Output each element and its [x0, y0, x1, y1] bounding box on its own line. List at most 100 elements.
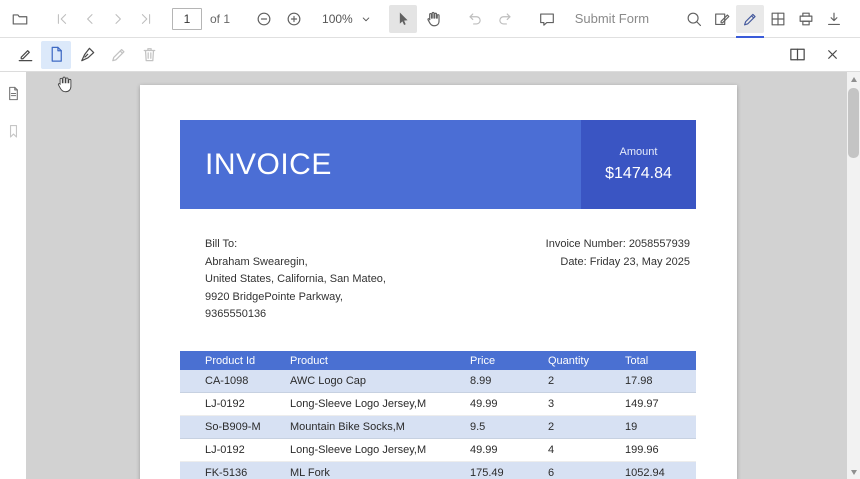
pencil-icon — [109, 45, 128, 64]
edit-signature-icon — [16, 45, 35, 64]
organize-pages-button[interactable] — [764, 5, 792, 33]
redo-icon — [496, 10, 514, 28]
table-cell: 199.96 — [600, 444, 696, 456]
print-icon — [797, 10, 815, 28]
table-row: CA-1098 AWC Logo Cap 8.99 2 17.98 — [180, 370, 696, 393]
submit-form-button[interactable]: Submit Form — [575, 11, 649, 26]
close-button[interactable] — [817, 41, 847, 69]
scroll-up-button[interactable] — [847, 72, 860, 86]
bookmarks-button[interactable] — [0, 118, 26, 144]
edit-signature-button[interactable] — [10, 41, 40, 69]
table-cell: Long-Sleeve Logo Jersey,M — [265, 444, 445, 456]
table-cell: 1052.94 — [600, 467, 696, 479]
invoice-title: INVOICE — [180, 120, 581, 209]
pdf-page: INVOICE Amount $1474.84 Bill To: Abraham… — [140, 85, 737, 479]
book-view-button[interactable] — [782, 41, 812, 69]
invoice-header-band: INVOICE Amount $1474.84 — [180, 120, 696, 209]
organize-pages-icon — [769, 10, 787, 28]
zoom-level-value: 100% — [322, 12, 353, 26]
pencil-button[interactable] — [103, 41, 133, 69]
first-page-icon — [54, 11, 70, 27]
page-number-input[interactable] — [172, 8, 202, 30]
bill-to-label: Bill To: — [205, 236, 386, 254]
table-cell: 17.98 — [600, 375, 696, 387]
undo-button[interactable] — [461, 5, 489, 33]
invoice-details-block: Invoice Number: 2058557939 Date: Friday … — [546, 236, 696, 324]
table-cell: LJ-0192 — [180, 444, 265, 456]
document-viewer[interactable]: INVOICE Amount $1474.84 Bill To: Abraham… — [26, 72, 847, 479]
next-page-icon — [110, 11, 126, 27]
previous-page-button[interactable] — [76, 5, 104, 33]
invoice-number: Invoice Number: 2058557939 — [546, 236, 690, 254]
print-button[interactable] — [792, 5, 820, 33]
column-header: Quantity — [523, 355, 600, 367]
scroll-down-button[interactable] — [847, 465, 860, 479]
ink-pen-icon — [741, 10, 759, 28]
bill-to-line: United States, California, San Mateo, — [205, 271, 386, 289]
table-row: FK-5136 ML Fork 175.49 6 1052.94 — [180, 462, 696, 479]
annotation-edit-button[interactable] — [708, 5, 736, 33]
column-header: Total — [600, 355, 696, 367]
column-header: Price — [445, 355, 523, 367]
invoice-meta: Bill To: Abraham Swearegin, United State… — [180, 236, 696, 324]
ink-pen-button[interactable] — [736, 5, 764, 33]
last-page-button[interactable] — [132, 5, 160, 33]
invoice-table: Product Id Product Price Quantity Total … — [180, 351, 696, 479]
bill-to-line: 9920 BridgePointe Parkway, — [205, 289, 386, 307]
table-row: LJ-0192 Long-Sleeve Logo Jersey,M 49.99 … — [180, 393, 696, 416]
table-cell: 49.99 — [445, 398, 523, 410]
table-cell: Long-Sleeve Logo Jersey,M — [265, 398, 445, 410]
delete-button[interactable] — [134, 41, 164, 69]
open-file-button[interactable] — [6, 5, 34, 33]
undo-icon — [466, 10, 484, 28]
column-header: Product — [265, 355, 445, 367]
comment-button[interactable] — [533, 5, 561, 33]
book-view-icon — [788, 45, 807, 64]
scrollbar-thumb[interactable] — [848, 88, 859, 158]
table-cell: ML Fork — [265, 467, 445, 479]
search-icon — [685, 10, 703, 28]
table-header-row: Product Id Product Price Quantity Total — [180, 351, 696, 370]
page-thumbnails-icon — [5, 85, 22, 102]
comment-icon — [538, 10, 556, 28]
zoom-level-dropdown[interactable]: 100% — [314, 5, 377, 33]
pan-tool-button[interactable] — [419, 5, 447, 33]
annotation-edit-icon — [713, 10, 731, 28]
zoom-in-button[interactable] — [280, 5, 308, 33]
last-page-icon — [138, 11, 154, 27]
selection-tool-button[interactable] — [389, 5, 417, 33]
download-button[interactable] — [820, 5, 848, 33]
table-cell: 2 — [523, 375, 600, 387]
table-cell: FK-5136 — [180, 467, 265, 479]
column-header: Product Id — [180, 355, 265, 367]
table-cell: AWC Logo Cap — [265, 375, 445, 387]
redo-button[interactable] — [491, 5, 519, 33]
amount-label: Amount — [620, 146, 658, 158]
first-page-button[interactable] — [48, 5, 76, 33]
table-cell: So-B909-M — [180, 421, 265, 433]
table-row: LJ-0192 Long-Sleeve Logo Jersey,M 49.99 … — [180, 439, 696, 462]
invoice-amount-box: Amount $1474.84 — [581, 120, 696, 209]
table-cell: 149.97 — [600, 398, 696, 410]
invoice-date: Date: Friday 23, May 2025 — [546, 254, 690, 272]
table-cell: Mountain Bike Socks,M — [265, 421, 445, 433]
amount-value: $1474.84 — [605, 165, 672, 183]
next-page-button[interactable] — [104, 5, 132, 33]
chevron-down-icon — [359, 12, 373, 26]
table-cell: 3 — [523, 398, 600, 410]
toolbar-right-group — [680, 5, 860, 33]
table-cell: CA-1098 — [180, 375, 265, 387]
close-icon — [824, 46, 841, 63]
left-panel-strip — [0, 72, 26, 479]
download-icon — [825, 10, 843, 28]
vertical-scrollbar[interactable] — [847, 72, 860, 479]
ink-draw-button[interactable] — [72, 41, 102, 69]
page-thumbnails-button[interactable] — [0, 80, 26, 106]
bill-to-line: 9365550136 — [205, 306, 386, 324]
zoom-in-icon — [285, 10, 303, 28]
search-button[interactable] — [680, 5, 708, 33]
zoom-out-button[interactable] — [250, 5, 278, 33]
annotation-toolbar — [0, 38, 860, 72]
document-button[interactable] — [41, 41, 71, 69]
zoom-out-icon — [255, 10, 273, 28]
